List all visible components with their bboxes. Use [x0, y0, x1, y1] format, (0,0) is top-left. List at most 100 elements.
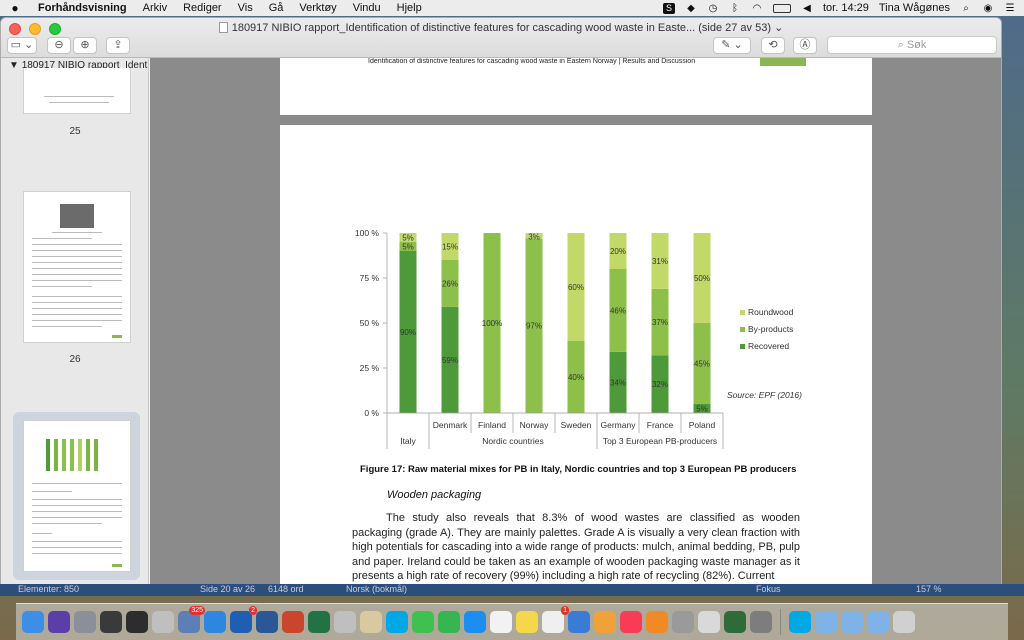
menu-item-window[interactable]: Vindu [345, 2, 389, 14]
system-preferences-icon[interactable] [750, 611, 772, 633]
menu-item-view[interactable]: Vis [230, 2, 261, 14]
siri-icon[interactable] [48, 611, 70, 633]
x-tick-label: Norway [520, 420, 550, 430]
applications-folder-icon[interactable] [815, 611, 837, 633]
help-icon-2[interactable] [334, 611, 356, 633]
photos-icon[interactable] [594, 611, 616, 633]
data-label: 32% [652, 380, 668, 389]
reminders-icon[interactable]: 1 [542, 606, 569, 633]
tool-icon[interactable] [698, 611, 720, 633]
skype-icon-2[interactable] [789, 611, 811, 633]
x-tick-label: Denmark [433, 420, 468, 430]
status-language: Norsk (bokmål) [346, 584, 408, 594]
sidebar-toggle-button[interactable]: ▭ ⌄ [7, 37, 37, 54]
music-icon[interactable] [620, 611, 642, 633]
zoom-out-button[interactable]: ⊖ [47, 37, 71, 54]
data-label: 5% [402, 243, 414, 252]
legend-label: Recovered [748, 341, 789, 351]
x-tick-label: Poland [689, 420, 716, 430]
time-machine-status-icon[interactable]: ◷ [707, 3, 719, 14]
status-focus[interactable]: Fokus [756, 584, 781, 594]
excel-icon[interactable] [308, 611, 330, 633]
search-input[interactable]: ⌕ Søk [827, 36, 997, 54]
siri-menu-icon[interactable]: ◉ [982, 3, 994, 14]
thumbnail-page-27[interactable] [23, 420, 131, 572]
notification-center-icon[interactable]: ☰ [1004, 3, 1016, 14]
preview-icon[interactable]: 325 [178, 606, 205, 633]
apple-menu-icon[interactable]: ● [0, 1, 30, 15]
volume-icon[interactable]: ◀ [801, 3, 813, 14]
word-icon[interactable] [256, 611, 278, 633]
data-label: 50% [694, 274, 710, 283]
downloads-folder-icon[interactable] [867, 611, 889, 633]
keynote-icon[interactable] [568, 611, 590, 633]
share-button[interactable]: ⇪ [106, 37, 130, 54]
launchpad-icon[interactable] [74, 611, 96, 633]
time-machine-icon[interactable] [724, 611, 746, 633]
user-name[interactable]: Tina Wågønes [879, 2, 950, 14]
s-app-icon[interactable]: S [663, 2, 675, 14]
disclosure-triangle-icon[interactable]: ▼ [9, 60, 19, 71]
document-view[interactable]: Identification of distinctive features f… [150, 58, 1001, 584]
app-store-icon[interactable] [464, 611, 486, 633]
menu-app-name[interactable]: Forhåndsvisning [30, 2, 135, 14]
y-tick-label: 50 % [360, 318, 380, 328]
no-entry-icon[interactable] [672, 611, 694, 633]
thumbnail-page-26[interactable] [23, 191, 131, 343]
finder-icon[interactable] [22, 611, 44, 633]
photo-booth-icon[interactable] [100, 611, 122, 633]
rotate-button[interactable]: ⟲ [761, 37, 785, 54]
powerpoint-icon[interactable] [282, 611, 304, 633]
data-label: 15% [442, 243, 458, 252]
thumbnail-page-25[interactable] [23, 68, 131, 114]
search-placeholder: Søk [906, 39, 927, 51]
notes-icon[interactable] [516, 611, 538, 633]
skype-icon[interactable] [386, 611, 408, 633]
chevron-down-icon[interactable]: ⌄ [774, 22, 783, 34]
x-group-label: Nordic countries [482, 436, 543, 446]
dropbox-icon[interactable]: ◆ [685, 3, 697, 14]
data-label: 31% [652, 257, 668, 266]
y-tick-label: 25 % [360, 363, 380, 373]
menu-item-go[interactable]: Gå [261, 2, 292, 14]
body-paragraph-text: The study also reveals that 8.3% of wood… [352, 512, 800, 583]
data-label: 97% [526, 322, 542, 331]
annotate-button[interactable]: Ⓐ [793, 37, 817, 54]
help-icon[interactable] [152, 611, 174, 633]
calendar-icon[interactable] [490, 611, 512, 633]
stacked-bar-chart: 0 %25 %50 %75 %100 %90%5%5%59%26%15%100%… [355, 228, 802, 449]
messages-icon[interactable] [412, 611, 434, 633]
facetime-icon[interactable] [438, 611, 460, 633]
data-label: 20% [610, 247, 626, 256]
clock[interactable]: tor. 14:29 [823, 2, 869, 14]
outlook-icon[interactable]: 2 [230, 606, 257, 633]
status-zoom[interactable]: 157 % [916, 584, 942, 594]
zoom-in-button[interactable]: ⊕ [73, 37, 97, 54]
documents-folder-icon[interactable] [841, 611, 863, 633]
wifi-icon[interactable]: ◠ [751, 3, 763, 14]
y-tick-label: 100 % [355, 228, 380, 238]
menu-item-tools[interactable]: Verktøy [291, 2, 344, 14]
trash-icon[interactable] [893, 611, 915, 633]
spotlight-icon[interactable]: ⌕ [960, 3, 972, 14]
page-header-tab [760, 58, 806, 66]
y-tick-label: 0 % [364, 408, 379, 418]
markup-pen-button[interactable]: ✎ ⌄ [713, 37, 751, 54]
x-tick-label: Sweden [561, 420, 592, 430]
file-icon[interactable] [360, 611, 382, 633]
safari-icon[interactable] [204, 611, 226, 633]
x-group-label: Top 3 European PB-producers [603, 436, 717, 446]
dashboard-icon[interactable] [126, 611, 148, 633]
legend-label: Roundwood [748, 307, 794, 317]
previous-page: Identification of distinctive features f… [280, 58, 872, 115]
menu-item-edit[interactable]: Rediger [175, 2, 230, 14]
dock: 325 2 1 [16, 603, 1008, 640]
data-label: 59% [442, 356, 458, 365]
section-subheading: Wooden packaging [387, 489, 482, 501]
menu-item-file[interactable]: Arkiv [135, 2, 175, 14]
books-icon[interactable] [646, 611, 668, 633]
background-status-bar: Elementer: 850 Side 20 av 26 6148 ord No… [0, 584, 1024, 596]
battery-icon[interactable] [773, 3, 791, 13]
bluetooth-icon[interactable]: ᛒ [729, 3, 741, 14]
menu-item-help[interactable]: Hjelp [389, 2, 430, 14]
